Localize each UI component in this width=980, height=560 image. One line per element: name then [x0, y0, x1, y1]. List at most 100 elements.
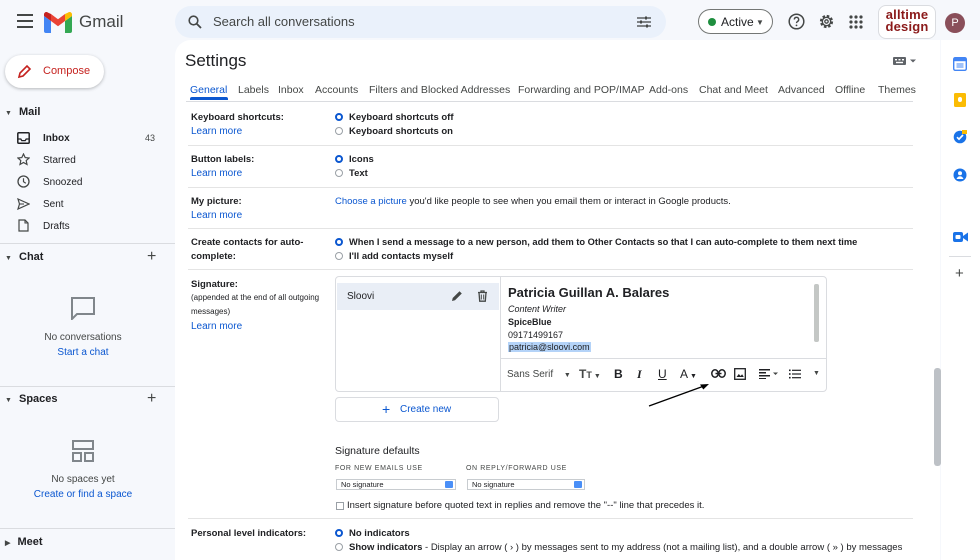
- radio-auto-add-contacts[interactable]: [335, 238, 343, 246]
- sidebar-item-inbox[interactable]: Inbox 43: [17, 131, 162, 147]
- radio-keyboard-on[interactable]: [335, 127, 343, 135]
- new-emails-signature-select[interactable]: No signature: [336, 479, 456, 490]
- tab-accounts[interactable]: Accounts: [315, 84, 358, 96]
- keyboard-icon: [893, 57, 916, 65]
- signature-company[interactable]: SpiceBlue: [508, 317, 552, 327]
- organization-logo[interactable]: alltime design: [878, 5, 936, 39]
- start-chat-link[interactable]: Start a chat: [18, 347, 148, 358]
- edit-pencil-icon[interactable]: [451, 290, 463, 302]
- search-icon[interactable]: [188, 15, 202, 29]
- sidebar-item-snoozed[interactable]: Snoozed: [17, 175, 162, 191]
- new-space-button[interactable]: +: [147, 391, 156, 407]
- contacts-app-button[interactable]: [953, 168, 967, 182]
- section-divider: [0, 243, 175, 244]
- mail-section-toggle[interactable]: ▼ Mail: [5, 106, 40, 118]
- sidebar-item-drafts[interactable]: Drafts: [17, 219, 162, 235]
- main-scrollbar[interactable]: [934, 368, 941, 466]
- keep-app-button[interactable]: [954, 93, 966, 107]
- sidebar-item-sent[interactable]: Sent: [17, 197, 162, 213]
- radio-show-indicators[interactable]: [335, 543, 343, 551]
- learn-more-link[interactable]: Learn more: [191, 126, 242, 137]
- signature-name[interactable]: Patricia Guillan A. Balares: [508, 285, 669, 300]
- my-picture-label: My picture:: [191, 196, 242, 207]
- underline-button[interactable]: U: [658, 367, 667, 381]
- chat-section-toggle[interactable]: ▼ Chat: [5, 251, 43, 263]
- create-new-signature-button[interactable]: + Create new: [335, 397, 499, 422]
- learn-more-link[interactable]: Learn more: [191, 210, 242, 221]
- list-button[interactable]: [789, 369, 801, 379]
- more-formatting-button[interactable]: ▼: [813, 370, 820, 377]
- input-tools-button[interactable]: [893, 56, 917, 66]
- page-title: Settings: [185, 51, 247, 70]
- status-selector[interactable]: Active ▼: [698, 9, 773, 34]
- radio-keyboard-off[interactable]: [335, 113, 343, 121]
- apps-button[interactable]: [849, 15, 863, 29]
- avatar[interactable]: P: [945, 13, 965, 33]
- search-input[interactable]: Search all conversations: [213, 14, 355, 29]
- compose-button[interactable]: Compose: [5, 55, 104, 88]
- tab-filters[interactable]: Filters and Blocked Addresses: [369, 84, 510, 96]
- meet-section-toggle[interactable]: ▶ Meet: [5, 536, 43, 548]
- main-menu-button[interactable]: [17, 14, 33, 28]
- gmail-logo[interactable]: [44, 12, 72, 33]
- font-family-selector[interactable]: Sans Serif ▼: [507, 369, 571, 380]
- learn-more-link[interactable]: Learn more: [191, 321, 242, 332]
- radio-no-indicators[interactable]: [335, 529, 343, 537]
- create-space-link[interactable]: Create or find a space: [18, 489, 148, 500]
- align-button[interactable]: [759, 369, 779, 379]
- tab-forwarding[interactable]: Forwarding and POP/IMAP: [518, 84, 645, 96]
- bold-button[interactable]: B: [614, 367, 623, 381]
- radio-text[interactable]: [335, 169, 343, 177]
- trash-icon[interactable]: [477, 290, 488, 302]
- tab-offline[interactable]: Offline: [835, 84, 865, 96]
- tab-inbox[interactable]: Inbox: [278, 84, 304, 96]
- caret-down-icon: ▼: [5, 110, 12, 117]
- tab-general[interactable]: General: [190, 84, 227, 96]
- tab-addons[interactable]: Add-ons: [649, 84, 688, 96]
- spaces-empty-message: No spaces yet: [51, 474, 115, 485]
- support-button[interactable]: [788, 13, 805, 30]
- clock-icon: [17, 175, 30, 188]
- italic-button[interactable]: I: [637, 367, 642, 382]
- new-chat-button[interactable]: +: [147, 249, 156, 265]
- tab-advanced[interactable]: Advanced: [778, 84, 825, 96]
- insert-image-button[interactable]: [734, 368, 746, 380]
- tab-labels[interactable]: Labels: [238, 84, 269, 96]
- signature-list-item[interactable]: Sloovi: [337, 283, 499, 310]
- settings-button[interactable]: [818, 13, 835, 30]
- learn-more-link[interactable]: Learn more: [191, 168, 242, 179]
- signature-role[interactable]: Content Writer: [508, 304, 566, 314]
- signature-item-name: Sloovi: [347, 291, 375, 302]
- radio-icons[interactable]: [335, 155, 343, 163]
- get-addons-button[interactable]: +: [955, 266, 964, 281]
- signature-email[interactable]: patricia@sloovi.com: [508, 342, 591, 352]
- keep-icon: [954, 93, 966, 107]
- search-options-icon[interactable]: [637, 16, 651, 28]
- editor-scrollbar[interactable]: [814, 284, 819, 342]
- insert-link-button[interactable]: [711, 369, 726, 378]
- signature-phone[interactable]: 09171499167: [508, 330, 563, 340]
- spaces-section-toggle[interactable]: ▼ Spaces: [5, 393, 58, 405]
- search-bar[interactable]: Search all conversations: [175, 6, 666, 38]
- sidebar-item-starred[interactable]: Starred: [17, 153, 162, 169]
- reply-signature-select[interactable]: No signature: [467, 479, 585, 490]
- text-color-button[interactable]: A ▼: [680, 367, 697, 381]
- annotation-arrow-icon: [648, 382, 710, 408]
- new-emails-label: FOR NEW EMAILS USE: [335, 465, 423, 472]
- radio-manual-contacts[interactable]: [335, 252, 343, 260]
- font-size-button[interactable]: TT ▼: [579, 367, 601, 381]
- sidebar-item-label: Sent: [43, 199, 64, 210]
- signature-label: Signature:: [191, 279, 238, 290]
- picture-description-text: you'd like people to see when you email …: [406, 196, 731, 207]
- insert-signature-checkbox[interactable]: [336, 502, 344, 510]
- calendar-app-button[interactable]: [953, 57, 967, 71]
- tab-themes[interactable]: Themes: [878, 84, 916, 96]
- row-divider: [188, 145, 913, 146]
- choose-picture-link[interactable]: Choose a picture: [335, 196, 407, 207]
- meet-app-button[interactable]: [953, 231, 968, 243]
- option-label: No indicators: [349, 528, 410, 539]
- select-value: No signature: [472, 480, 515, 489]
- tasks-app-button[interactable]: [953, 130, 967, 144]
- tab-chat-meet[interactable]: Chat and Meet: [699, 84, 768, 96]
- create-contacts-label: Create contacts for auto-: [191, 237, 304, 248]
